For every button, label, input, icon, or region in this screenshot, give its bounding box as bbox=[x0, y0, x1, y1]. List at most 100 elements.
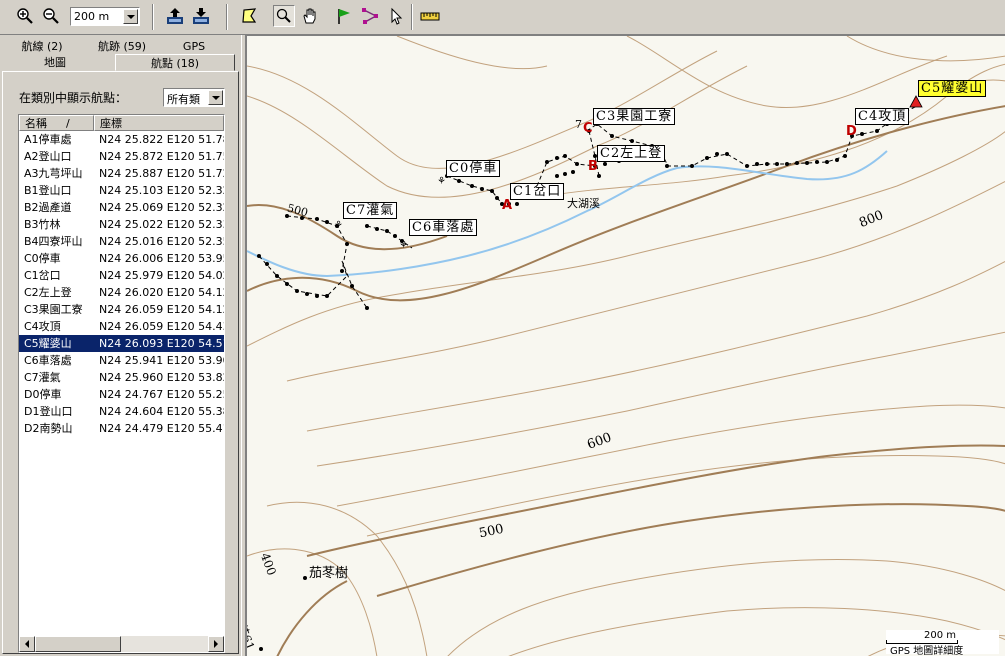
contour-line bbox=[366, 455, 1005, 537]
track-point bbox=[745, 164, 749, 168]
track-point bbox=[815, 160, 819, 164]
column-header-coordinate[interactable]: 座標 bbox=[94, 115, 224, 131]
waypoint-label-c7[interactable]: C7灌氣 bbox=[343, 202, 398, 219]
tab-routes[interactable]: 航線 (2) bbox=[7, 38, 77, 55]
waypoint-row[interactable]: C6車落處 N24 25.941 E120 53.908 bbox=[19, 352, 224, 369]
chevron-down-icon[interactable] bbox=[123, 9, 138, 24]
waypoint-symbol: ⚘ bbox=[334, 220, 343, 231]
waypoint-row[interactable]: C0停車 N24 26.006 E120 53.950 bbox=[19, 250, 224, 267]
column-header-name[interactable]: 名稱 / bbox=[19, 115, 94, 131]
topographic-map: ⚘ ⚘ ⚘ bbox=[247, 36, 1005, 656]
tab-map[interactable]: 地圖 bbox=[5, 54, 105, 71]
send-to-device-button[interactable] bbox=[164, 5, 186, 27]
waypoint-name: D0停車 bbox=[24, 388, 62, 401]
track-point bbox=[835, 158, 839, 162]
track-point bbox=[775, 162, 779, 166]
waypoint-row[interactable]: A1停車處 N24 25.822 E120 51.784 bbox=[19, 131, 224, 148]
creek-label: 大湖溪 bbox=[567, 197, 600, 210]
route-marker-a[interactable]: A bbox=[502, 198, 512, 213]
waypoint-coordinate: N24 24.604 E120 55.386 bbox=[99, 405, 225, 418]
waypoint-coordinate: N24 25.941 E120 53.908 bbox=[99, 354, 225, 367]
index-contour-line bbox=[376, 503, 1005, 597]
map-view[interactable]: ⚘ ⚘ ⚘ C0停車 C1岔口 C2左上登 C3果園工寮 C4攻頂 C5耀婆山 … bbox=[246, 35, 1005, 656]
index-contours bbox=[247, 105, 1005, 656]
zoom-level-select[interactable]: 200 m bbox=[70, 7, 140, 26]
tab-waypoints[interactable]: 航點 (18) bbox=[115, 54, 235, 71]
waypoint-row[interactable]: C3果園工寮 N24 26.059 E120 54.122 bbox=[19, 301, 224, 318]
waypoint-label-c1[interactable]: C1岔口 bbox=[510, 183, 565, 200]
chevron-left-icon bbox=[25, 640, 29, 648]
map-scale: 200 m GPS 地圖詳細度 bbox=[886, 630, 999, 656]
waypoint-label-c3[interactable]: C3果園工寮 bbox=[593, 108, 676, 125]
track-point bbox=[325, 220, 329, 224]
waypoint-label-c6[interactable]: C6車落處 bbox=[409, 219, 478, 236]
waypoint-row[interactable]: C7灌氣 N24 25.960 E120 53.828 bbox=[19, 369, 224, 386]
track-point bbox=[805, 161, 809, 165]
scroll-left-button[interactable] bbox=[19, 636, 35, 652]
waypoint-row[interactable]: A2登山口 N24 25.872 E120 51.753 bbox=[19, 148, 224, 165]
track-point bbox=[690, 164, 694, 168]
track-point bbox=[480, 187, 484, 191]
partial-label: 7 bbox=[575, 118, 582, 131]
track-point bbox=[860, 132, 864, 136]
index-contour-line bbox=[306, 444, 1005, 557]
waypoint-label-c2[interactable]: C2左上登 bbox=[597, 145, 666, 162]
zoom-out-icon bbox=[43, 8, 59, 24]
track-point bbox=[393, 234, 397, 238]
pointer-icon bbox=[391, 7, 403, 25]
category-filter-select[interactable]: 所有類 bbox=[163, 88, 225, 107]
track-point bbox=[325, 294, 329, 298]
track-point bbox=[630, 139, 634, 143]
zoom-out-button[interactable] bbox=[40, 5, 62, 27]
waypoint-label-c4[interactable]: C4攻頂 bbox=[855, 108, 910, 125]
track-line bbox=[446, 175, 503, 205]
toolbar-separator bbox=[226, 4, 228, 30]
waypoint-name: A2登山口 bbox=[24, 150, 72, 163]
track-point bbox=[365, 224, 369, 228]
waypoint-row[interactable]: D2南勢山 N24 24.479 E120 55.418 bbox=[19, 420, 224, 437]
route-tool-button[interactable] bbox=[359, 5, 381, 27]
measure-tool-button[interactable] bbox=[419, 5, 441, 27]
area-tool-button[interactable] bbox=[238, 5, 260, 27]
pan-tool-button[interactable] bbox=[299, 5, 321, 27]
track-point bbox=[665, 164, 669, 168]
track-point bbox=[571, 170, 575, 174]
waypoint-label-c5[interactable]: C5耀婆山 bbox=[918, 80, 987, 97]
waypoint-row[interactable]: C1岔口 N24 25.979 E120 54.026 bbox=[19, 267, 224, 284]
flag-icon bbox=[338, 9, 350, 24]
waypoint-row[interactable]: A3九芎坪山 N24 25.887 E120 51.728 bbox=[19, 165, 224, 182]
horizontal-scrollbar[interactable] bbox=[19, 636, 224, 652]
waypoint-row[interactable]: C5耀婆山 N24 26.093 E120 54.510 bbox=[19, 335, 224, 352]
waypoint-name: D1登山口 bbox=[24, 405, 73, 418]
waypoint-symbol: ⚘ bbox=[399, 240, 408, 251]
waypoint-tool-button[interactable] bbox=[333, 5, 355, 27]
waypoint-row[interactable]: B3竹林 N24 25.022 E120 52.330 bbox=[19, 216, 224, 233]
track-point bbox=[725, 152, 729, 156]
waypoint-coordinate: N24 25.103 E120 52.326 bbox=[99, 184, 225, 197]
waypoint-row[interactable]: D1登山口 N24 24.604 E120 55.386 bbox=[19, 403, 224, 420]
waypoint-row[interactable]: C4攻頂 N24 26.059 E120 54.432 bbox=[19, 318, 224, 335]
waypoint-row[interactable]: B1登山口 N24 25.103 E120 52.326 bbox=[19, 182, 224, 199]
select-tool-button[interactable] bbox=[385, 5, 407, 27]
waypoint-label-c0[interactable]: C0停車 bbox=[446, 160, 501, 177]
zoom-tool-button[interactable] bbox=[273, 5, 295, 27]
waypoint-list[interactable]: 名稱 / 座標 A1停車處 N24 25.822 E120 51.784 A2登山口… bbox=[18, 114, 225, 653]
area-icon bbox=[242, 8, 257, 23]
track-point bbox=[575, 162, 579, 166]
tab-tracks[interactable]: 航跡 (59) bbox=[82, 38, 162, 55]
route-marker-c[interactable]: C bbox=[583, 121, 593, 136]
scroll-right-button[interactable] bbox=[208, 636, 224, 652]
receive-from-device-button[interactable] bbox=[190, 5, 212, 27]
route-marker-d[interactable]: D bbox=[846, 124, 857, 139]
tab-gps[interactable]: GPS bbox=[163, 38, 225, 55]
zoom-in-button[interactable] bbox=[14, 5, 36, 27]
waypoint-row[interactable]: C2左上登 N24 26.020 E120 54.127 bbox=[19, 284, 224, 301]
scrollbar-thumb[interactable] bbox=[35, 636, 121, 652]
waypoint-coordinate: N24 24.479 E120 55.418 bbox=[99, 422, 225, 435]
track-point bbox=[515, 202, 519, 206]
waypoint-row[interactable]: D0停車 N24 24.767 E120 55.258 bbox=[19, 386, 224, 403]
waypoint-row[interactable]: B4四寮坪山 N24 25.016 E120 52.350 bbox=[19, 233, 224, 250]
waypoint-row[interactable]: B2過產道 N24 25.069 E120 52.322 bbox=[19, 199, 224, 216]
route-marker-b[interactable]: B bbox=[588, 159, 598, 174]
chevron-down-icon[interactable] bbox=[208, 90, 223, 105]
